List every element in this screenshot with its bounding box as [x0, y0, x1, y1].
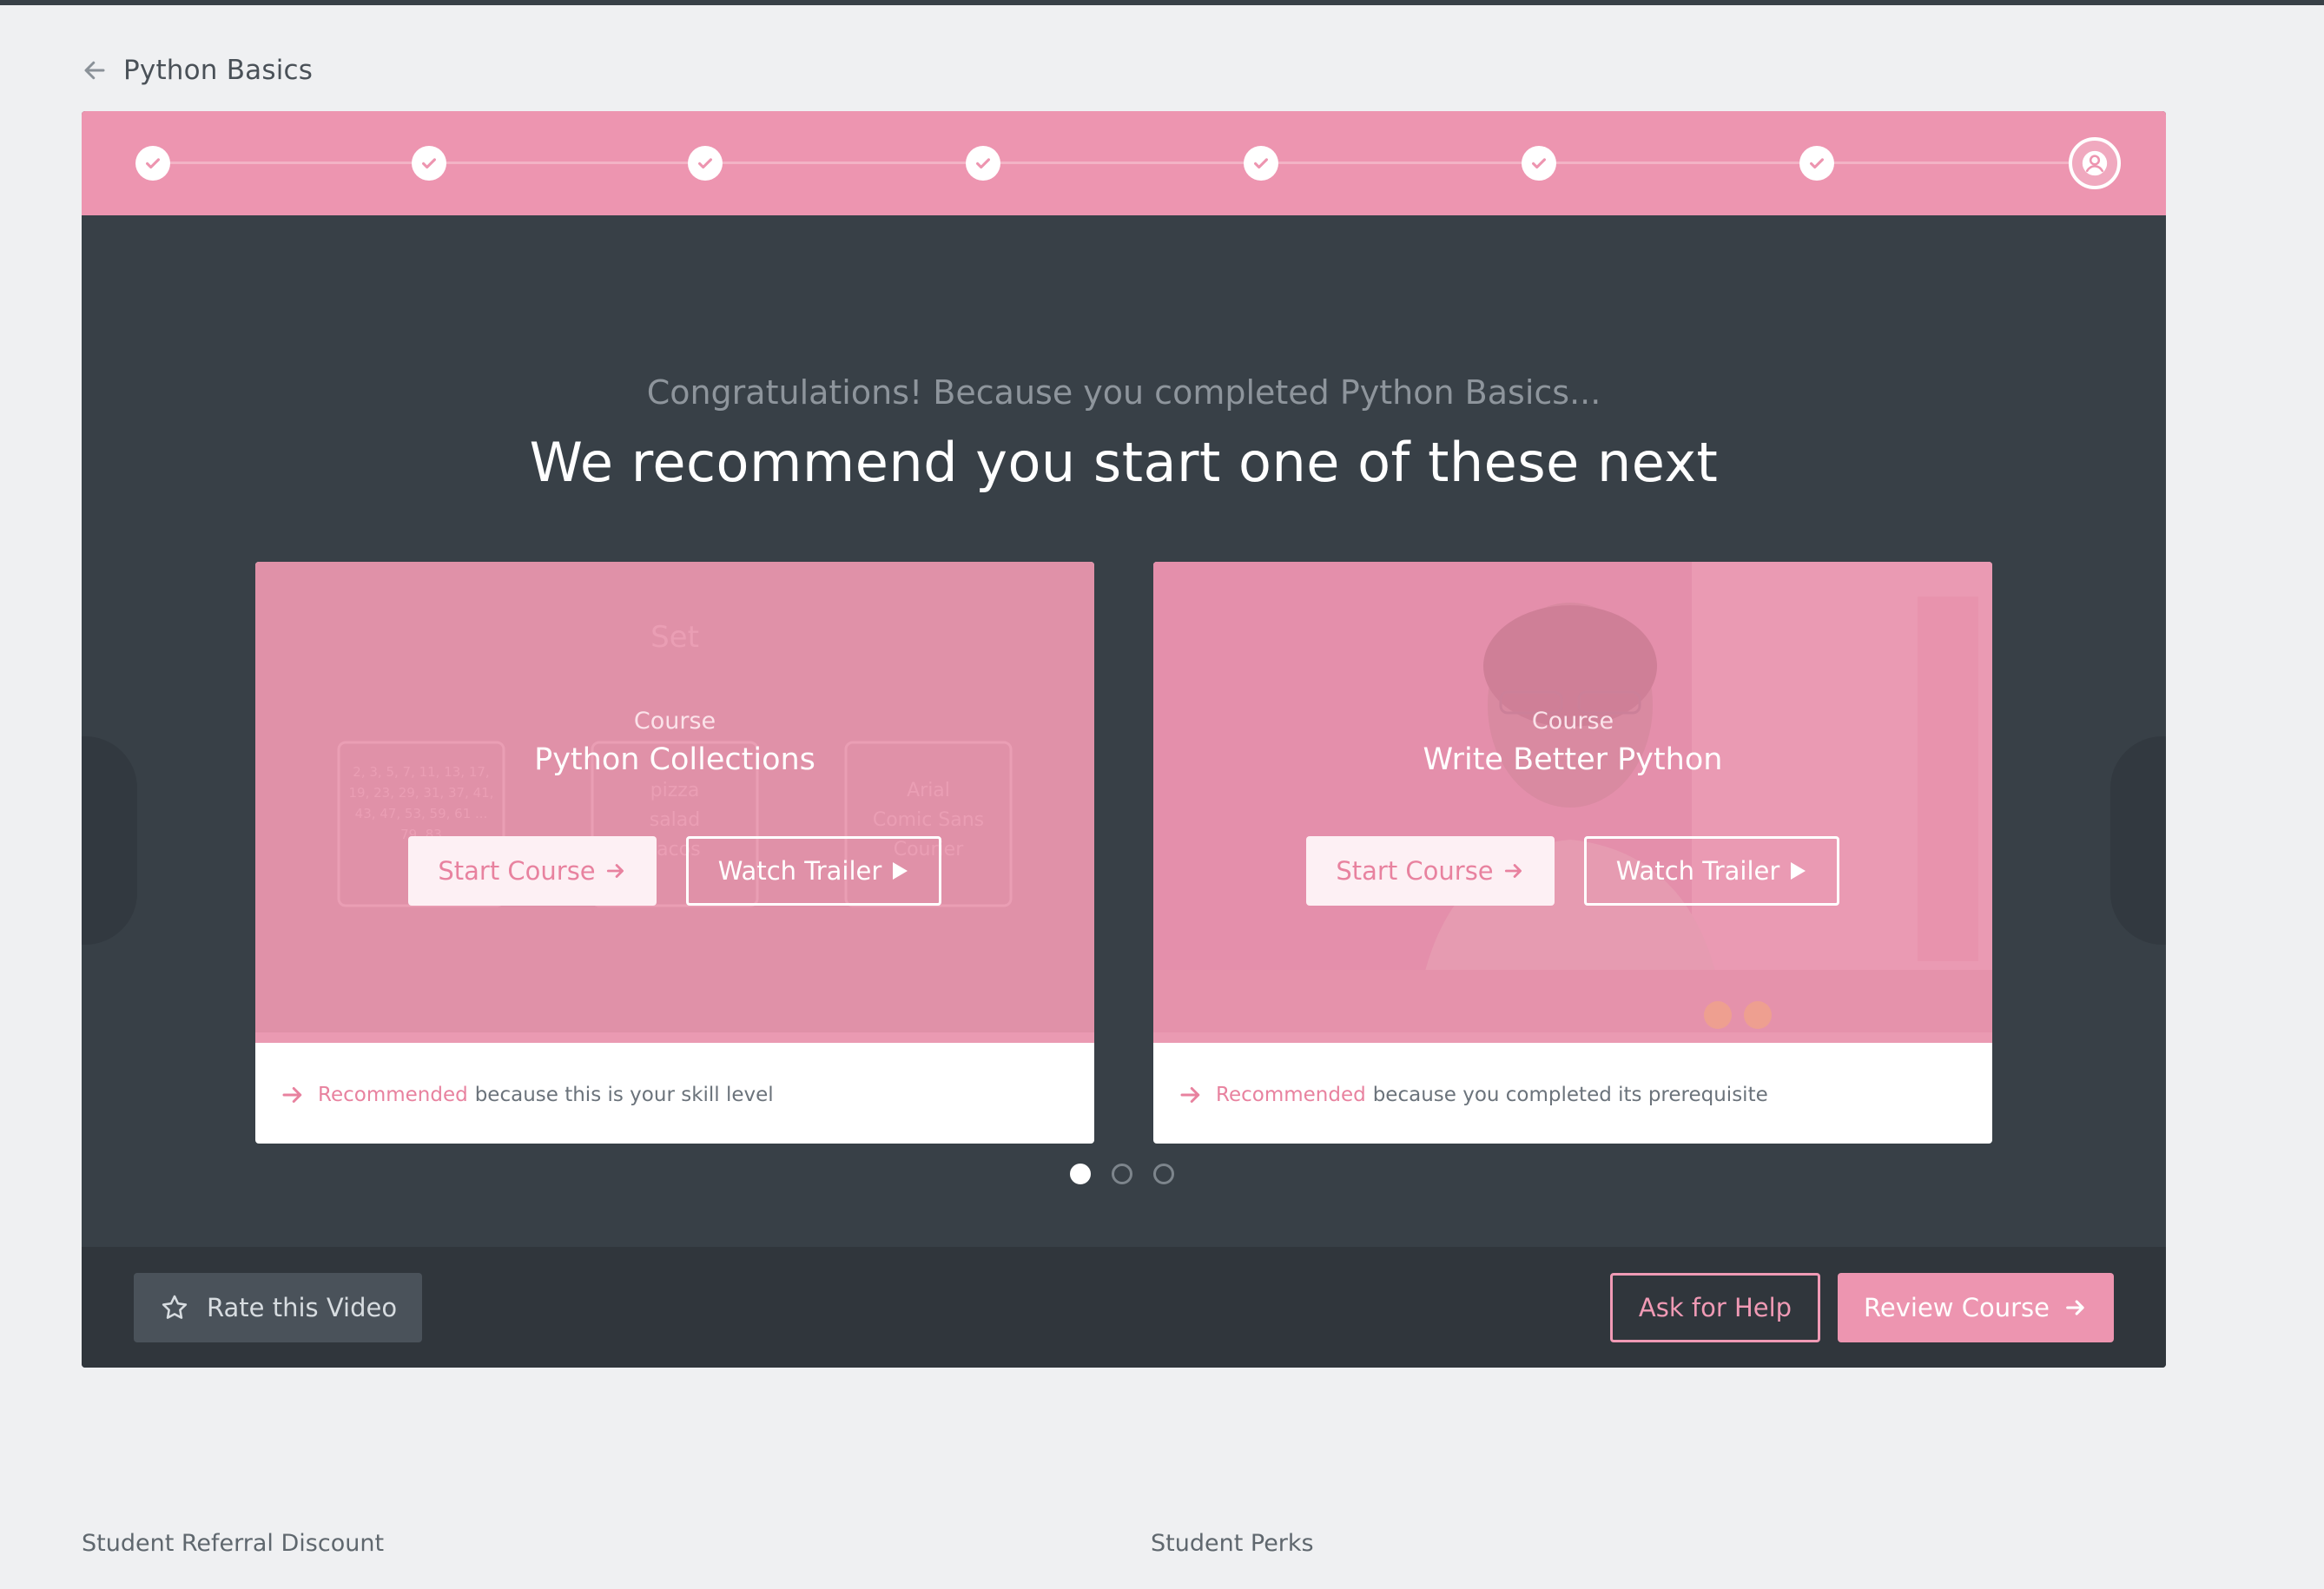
recommended-tag: Recommended [1216, 1084, 1366, 1106]
progress-bar [82, 111, 2166, 215]
step-4-check-icon[interactable] [966, 146, 1000, 181]
star-icon [162, 1295, 188, 1319]
play-icon [893, 862, 908, 880]
card-accent-strip [255, 1032, 1094, 1043]
carousel-dot-2[interactable] [1112, 1164, 1132, 1184]
carousel-dot-1[interactable] [1070, 1164, 1091, 1184]
rate-video-label: Rate this Video [207, 1293, 398, 1322]
step-final-user-icon[interactable] [2069, 137, 2121, 189]
art-font-2: Comic Sans [873, 809, 984, 831]
reason-text: because this is your skill level [474, 1084, 774, 1106]
top-border [0, 0, 2324, 5]
ask-for-help-button[interactable]: Ask for Help [1610, 1273, 1820, 1342]
carousel-prev-hint[interactable] [82, 736, 137, 945]
review-course-label: Review Course [1864, 1293, 2050, 1322]
course-title-link[interactable]: Python Basics [123, 55, 313, 86]
watch-trailer-button[interactable]: Watch Trailer [686, 836, 941, 906]
watch-trailer-button[interactable]: Watch Trailer [1584, 836, 1839, 906]
recommendation-card: Course Write Better Python Start Course … [1153, 562, 1992, 1144]
arrow-right-icon [2066, 1300, 2084, 1315]
recommendation-reason: Recommended because you completed its pr… [1178, 1078, 1768, 1112]
card-accent-strip [1153, 1032, 1992, 1043]
step-7-check-icon[interactable] [1799, 146, 1834, 181]
arrow-right-icon [1504, 864, 1522, 878]
arrow-right-icon [282, 1087, 302, 1103]
card-actions: Start Course Watch Trailer [1153, 836, 1992, 906]
student-referral-link[interactable]: Student Referral Discount [82, 1530, 384, 1557]
carousel-next-hint[interactable] [2110, 736, 2166, 945]
card-course-title[interactable]: Write Better Python [1153, 742, 1992, 777]
arrow-right-icon [606, 864, 624, 878]
congrats-message: Congratulations! Because you completed P… [646, 373, 1601, 412]
carousel-pagination [1070, 1164, 1174, 1184]
recommended-tag: Recommended [318, 1084, 468, 1106]
video-panel: Congratulations! Because you completed P… [82, 111, 2166, 1368]
panel-footer: Rate this Video Ask for Help Review Cour… [82, 1247, 2166, 1368]
reason-text: because you completed its prerequisite [1372, 1084, 1768, 1106]
step-2-check-icon[interactable] [412, 146, 446, 181]
card-course-title[interactable]: Python Collections [255, 742, 1094, 777]
art-food-1: pizza [650, 780, 700, 801]
step-5-check-icon[interactable] [1244, 146, 1278, 181]
card-type-label: Course [1531, 708, 1614, 735]
step-6-check-icon[interactable] [1522, 146, 1556, 181]
recommendation-headline: We recommend you start one of these next [529, 431, 1719, 494]
start-course-button[interactable]: Start Course [408, 836, 657, 906]
student-perks-link[interactable]: Student Perks [1151, 1530, 1314, 1557]
step-1-check-icon[interactable] [135, 146, 170, 181]
card-thumbnail[interactable]: Set 2, 3, 5, 7, 11, 13, 17, 19, 23, 29, … [255, 562, 1094, 1043]
review-course-button[interactable]: Review Course [1838, 1273, 2114, 1342]
watch-trailer-label: Watch Trailer [1615, 856, 1780, 886]
breadcrumb: Python Basics [82, 50, 313, 90]
step-3-check-icon[interactable] [688, 146, 723, 181]
art-heading: Set [650, 620, 699, 655]
start-course-button[interactable]: Start Course [1306, 836, 1555, 906]
card-thumbnail[interactable]: Course Write Better Python Start Course … [1153, 562, 1992, 1043]
collections-illustration: Set 2, 3, 5, 7, 11, 13, 17, 19, 23, 29, … [337, 620, 1013, 907]
card-actions: Start Course Watch Trailer [255, 836, 1094, 906]
recommendation-card: Set 2, 3, 5, 7, 11, 13, 17, 19, 23, 29, … [255, 562, 1094, 1144]
art-food-2: salad [650, 809, 701, 831]
arrow-right-icon [1180, 1087, 1200, 1103]
rate-video-button[interactable]: Rate this Video [134, 1273, 422, 1342]
card-type-label: Course [633, 708, 716, 735]
start-course-label: Start Course [438, 856, 596, 886]
watch-trailer-label: Watch Trailer [717, 856, 882, 886]
arrow-left-icon[interactable] [82, 57, 108, 83]
play-icon [1791, 862, 1806, 880]
start-course-label: Start Course [1336, 856, 1494, 886]
art-font-1: Arial [907, 780, 950, 801]
recommendation-reason: Recommended because this is your skill l… [280, 1078, 774, 1112]
instructor-photo [1153, 562, 1992, 1043]
carousel-dot-3[interactable] [1153, 1164, 1174, 1184]
